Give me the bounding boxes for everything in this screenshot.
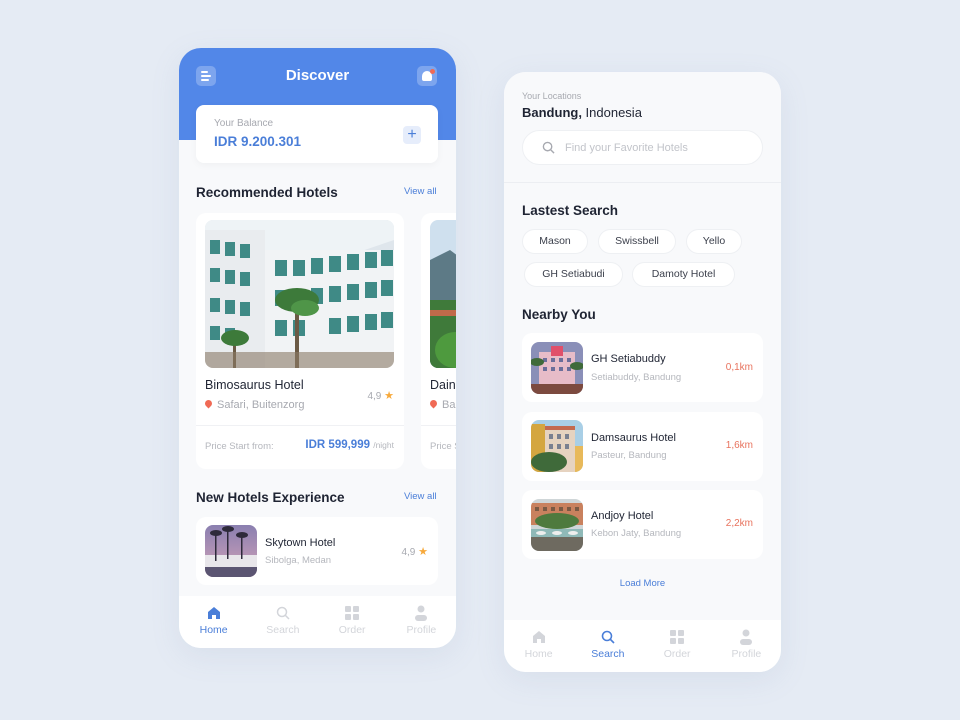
nav-label: Order: [338, 624, 366, 636]
nav-label: Search: [266, 624, 300, 636]
recommended-title: Recommended Hotels: [196, 185, 338, 200]
hotel-name: Bimosaurus Hotel: [205, 378, 304, 392]
plus-icon: +: [407, 126, 417, 143]
nearby-item[interactable]: GH Setiabuddy Setiabuddy, Bandung 0,1km: [522, 333, 763, 402]
location-header: Your Locations Bandung, Indonesia Find y…: [504, 72, 781, 183]
distance: 1,6km: [725, 440, 753, 451]
notification-button[interactable]: [417, 66, 437, 86]
hotel-image: [205, 220, 394, 368]
location-pin-icon: [203, 398, 214, 409]
bell-icon: [422, 69, 435, 81]
location-pin-icon: [428, 398, 439, 409]
new-hotels-view-all[interactable]: View all: [404, 491, 437, 502]
hotel-location: Ba: [428, 398, 455, 411]
location-value[interactable]: Bandung, Indonesia: [522, 105, 642, 120]
search-icon: [276, 605, 290, 621]
home-icon: [532, 629, 546, 645]
hotel-location: Safari, Buitenzorg: [203, 398, 304, 411]
hotel-name: Damsaurus Hotel: [591, 432, 676, 444]
search-placeholder: Find your Favorite Hotels: [565, 142, 688, 154]
nav-label: Search: [591, 648, 625, 660]
nav-home[interactable]: Home: [504, 620, 573, 672]
search-chip[interactable]: Damoty Hotel: [632, 262, 735, 287]
price-label: Price Start from:: [205, 441, 274, 452]
bottom-nav: Home Search Order Profile: [504, 620, 781, 672]
hotel-rating: 4,9 ★: [401, 546, 428, 558]
distance: 2,2km: [725, 518, 753, 529]
nav-order[interactable]: Order: [643, 620, 712, 672]
nav-label: Order: [663, 648, 691, 660]
nav-label: Home: [199, 624, 228, 636]
notification-dot: [430, 69, 435, 74]
hotel-location: Pasteur, Bandung: [591, 450, 667, 461]
balance-card: Your Balance IDR 9.200.301 +: [196, 105, 438, 163]
load-more-button[interactable]: Load More: [504, 578, 781, 589]
recommended-view-all[interactable]: View all: [404, 186, 437, 197]
balance-value: IDR 9.200.301: [214, 134, 302, 149]
home-icon: [207, 605, 221, 621]
price-label: Price S: [430, 441, 456, 452]
search-icon: [601, 629, 615, 645]
divider: [196, 425, 404, 426]
nav-search[interactable]: Search: [248, 596, 317, 648]
add-balance-button[interactable]: +: [403, 126, 421, 144]
balance-label: Your Balance: [214, 118, 274, 129]
hotel-name: GH Setiabuddy: [591, 353, 666, 365]
distance: 0,1km: [725, 362, 753, 373]
hotel-rating: 4,9 ★: [367, 390, 394, 402]
hotel-location: Kebon Jaty, Bandung: [591, 528, 682, 539]
hotel-name: Skytown Hotel: [265, 537, 336, 549]
search-chip[interactable]: Mason: [522, 229, 588, 254]
grid-icon: [345, 605, 360, 621]
star-icon: ★: [384, 390, 394, 402]
star-icon: ★: [418, 546, 428, 558]
search-icon: [542, 141, 555, 154]
nav-profile[interactable]: Profile: [712, 620, 781, 672]
hotel-thumbnail: [531, 420, 583, 472]
nearby-title: Nearby You: [522, 307, 596, 322]
bottom-nav: Home Search Order Profile: [179, 596, 456, 648]
grid-icon: [670, 629, 685, 645]
user-icon: [414, 605, 428, 621]
new-hotel-item[interactable]: Skytown Hotel Sibolga, Medan 4,9 ★: [196, 517, 438, 585]
latest-search-title: Lastest Search: [522, 203, 619, 218]
new-hotels-title: New Hotels Experience: [196, 490, 345, 505]
nearby-item[interactable]: Andjoy Hotel Kebon Jaty, Bandung 2,2km: [522, 490, 763, 559]
price-value: IDR 599,999 /night: [305, 439, 394, 451]
search-chip[interactable]: Swissbell: [598, 229, 676, 254]
search-chip[interactable]: Yello: [686, 229, 742, 254]
home-screen: Discover Your Balance IDR 9.200.301 + Re…: [179, 48, 456, 648]
hotel-thumbnail: [205, 525, 257, 577]
nav-home[interactable]: Home: [179, 596, 248, 648]
nav-label: Home: [524, 648, 553, 660]
search-screen: Your Locations Bandung, Indonesia Find y…: [504, 72, 781, 672]
page-title: Discover: [285, 67, 350, 84]
nav-label: Profile: [731, 648, 762, 660]
user-icon: [739, 629, 753, 645]
nearby-item[interactable]: Damsaurus Hotel Pasteur, Bandung 1,6km: [522, 412, 763, 481]
hotel-name: Andjoy Hotel: [591, 510, 654, 522]
hotel-card[interactable]: Bimosaurus Hotel Safari, Buitenzorg 4,9 …: [196, 213, 404, 469]
location-label: Your Locations: [522, 91, 582, 101]
nav-profile[interactable]: Profile: [387, 596, 456, 648]
hotel-card[interactable]: Dain Ba Price S: [421, 213, 456, 469]
hotel-name: Dain: [430, 378, 456, 392]
nav-search[interactable]: Search: [573, 620, 642, 672]
divider: [421, 425, 456, 426]
hotel-thumbnail: [531, 499, 583, 551]
hotel-location: Sibolga, Medan: [265, 555, 332, 566]
search-chip[interactable]: GH Setiabudi: [524, 262, 623, 287]
hotel-image: [430, 220, 456, 368]
search-input[interactable]: Find your Favorite Hotels: [522, 130, 763, 165]
nav-order[interactable]: Order: [318, 596, 387, 648]
hotel-thumbnail: [531, 342, 583, 394]
nav-label: Profile: [406, 624, 437, 636]
hotel-location: Setiabuddy, Bandung: [591, 372, 682, 383]
